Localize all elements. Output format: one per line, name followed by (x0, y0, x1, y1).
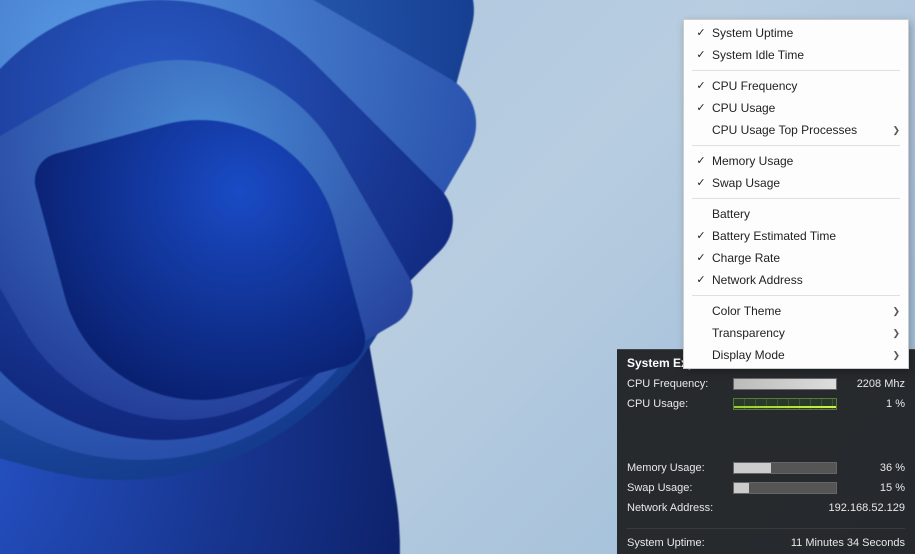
menu-item-label: Swap Usage (712, 175, 888, 191)
check-icon: ✓ (690, 250, 712, 266)
menu-item-charge-rate[interactable]: ✓Charge Rate (684, 247, 908, 269)
menu-item-label: Network Address (712, 272, 888, 288)
label-memory-usage: Memory Usage: (627, 462, 727, 474)
menu-item-label: CPU Usage (712, 100, 888, 116)
check-icon: ✓ (690, 153, 712, 169)
menu-item-label: Display Mode (712, 347, 888, 363)
bar-memory-usage (733, 462, 837, 474)
menu-item-label: System Idle Time (712, 47, 888, 63)
context-menu[interactable]: ✓System Uptime✓System Idle Time✓CPU Freq… (683, 19, 909, 369)
check-icon: ✓ (690, 175, 712, 191)
menu-item-label: Battery (712, 206, 888, 222)
menu-item-swap-usage[interactable]: ✓Swap Usage (684, 172, 908, 194)
system-monitor-widget[interactable]: System Exp CPU Frequency: 2208 Mhz CPU U… (617, 349, 915, 554)
menu-separator (692, 198, 900, 199)
row-network-address: Network Address: 192.168.52.129 (627, 500, 905, 516)
menu-item-cpu-frequency[interactable]: ✓CPU Frequency (684, 75, 908, 97)
menu-item-network-address[interactable]: ✓Network Address (684, 269, 908, 291)
menu-item-color-theme[interactable]: Color Theme❯ (684, 300, 908, 322)
menu-item-display-mode[interactable]: Display Mode❯ (684, 344, 908, 366)
menu-item-system-uptime[interactable]: ✓System Uptime (684, 22, 908, 44)
menu-item-label: Memory Usage (712, 153, 888, 169)
menu-separator (692, 70, 900, 71)
value-cpu-usage: 1 % (843, 398, 905, 410)
row-cpu-frequency: CPU Frequency: 2208 Mhz (627, 376, 905, 392)
value-system-uptime: 11 Minutes 34 Seconds (727, 537, 905, 549)
value-cpu-frequency: 2208 Mhz (843, 378, 905, 390)
menu-item-battery[interactable]: Battery (684, 203, 908, 225)
label-network-address: Network Address: (627, 502, 727, 514)
menu-separator (692, 145, 900, 146)
menu-separator (692, 295, 900, 296)
label-cpu-frequency: CPU Frequency: (627, 378, 727, 390)
check-icon: ✓ (690, 228, 712, 244)
row-cpu-usage: CPU Usage: 1 % (627, 396, 905, 412)
check-icon: ✓ (690, 47, 712, 63)
row-swap-usage: Swap Usage: 15 % (627, 480, 905, 496)
menu-item-label: CPU Usage Top Processes (712, 122, 888, 138)
value-swap-usage: 15 % (843, 482, 905, 494)
menu-item-label: Charge Rate (712, 250, 888, 266)
row-system-uptime: System Uptime: 11 Minutes 34 Seconds (627, 535, 905, 551)
bar-cpu-usage (733, 398, 837, 410)
check-icon: ✓ (690, 25, 712, 41)
menu-item-battery-estimated-time[interactable]: ✓Battery Estimated Time (684, 225, 908, 247)
menu-item-label: Battery Estimated Time (712, 228, 888, 244)
row-memory-usage: Memory Usage: 36 % (627, 460, 905, 476)
check-icon: ✓ (690, 272, 712, 288)
menu-item-system-idle-time[interactable]: ✓System Idle Time (684, 44, 908, 66)
menu-item-transparency[interactable]: Transparency❯ (684, 322, 908, 344)
label-swap-usage: Swap Usage: (627, 482, 727, 494)
menu-item-memory-usage[interactable]: ✓Memory Usage (684, 150, 908, 172)
label-cpu-usage: CPU Usage: (627, 398, 727, 410)
chevron-right-icon: ❯ (888, 122, 900, 138)
bar-swap-usage (733, 482, 837, 494)
menu-item-cpu-usage[interactable]: ✓CPU Usage (684, 97, 908, 119)
menu-item-label: Transparency (712, 325, 888, 341)
chevron-right-icon: ❯ (888, 347, 900, 363)
check-icon: ✓ (690, 100, 712, 116)
bar-cpu-frequency (733, 378, 837, 390)
widget-separator (627, 528, 905, 529)
menu-item-label: Color Theme (712, 303, 888, 319)
menu-item-label: System Uptime (712, 25, 888, 41)
menu-item-label: CPU Frequency (712, 78, 888, 94)
value-memory-usage: 36 % (843, 462, 905, 474)
menu-item-cpu-usage-top-processes[interactable]: CPU Usage Top Processes❯ (684, 119, 908, 141)
chevron-right-icon: ❯ (888, 325, 900, 341)
check-icon: ✓ (690, 78, 712, 94)
label-system-uptime: System Uptime: (627, 537, 727, 549)
chevron-right-icon: ❯ (888, 303, 900, 319)
value-network-address: 192.168.52.129 (727, 502, 905, 514)
